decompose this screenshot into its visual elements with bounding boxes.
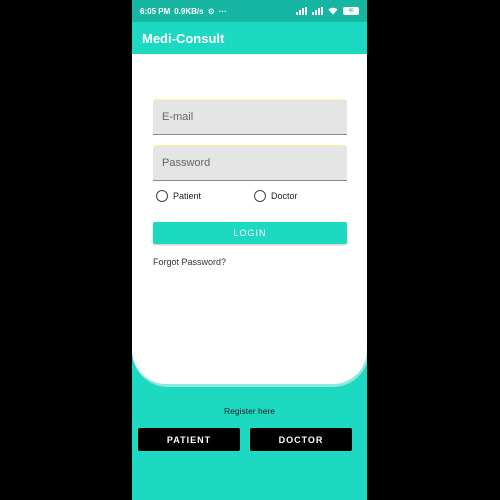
signal-icon-2: [312, 7, 323, 15]
login-card: Patient Doctor LOGIN Forgot Password?: [132, 54, 367, 384]
email-field[interactable]: [153, 99, 347, 135]
register-patient-button[interactable]: PATIENT: [138, 428, 240, 451]
phone-screen: 6:05 PM 0.9KB/s ⚙ ··· 46 Medi-Consult E-…: [132, 0, 367, 500]
login-button[interactable]: LOGIN: [153, 222, 347, 244]
app-bar: Medi-Consult: [132, 22, 367, 54]
radio-circle-doctor[interactable]: [254, 190, 266, 202]
signal-icon: [296, 7, 307, 15]
status-left: 6:05 PM 0.9KB/s ⚙ ···: [140, 7, 227, 16]
radio-patient-label: Patient: [173, 191, 202, 201]
app-title: Medi-Consult: [142, 30, 225, 46]
status-right: 46: [296, 7, 359, 15]
radio-circle-patient[interactable]: [156, 190, 168, 202]
wifi-icon: [328, 7, 338, 15]
register-doctor-button[interactable]: DOCTOR: [250, 428, 352, 451]
status-dots: ···: [218, 6, 227, 16]
radio-doctor[interactable]: Doctor: [254, 188, 352, 204]
settings-icon: ⚙: [207, 6, 215, 16]
status-bar: 6:05 PM 0.9KB/s ⚙ ··· 46: [132, 0, 367, 22]
forgot-password-link[interactable]: Forgot Password?: [153, 257, 226, 267]
password-field[interactable]: [153, 145, 347, 181]
status-speed: 0.9KB/s: [174, 6, 204, 16]
password-input[interactable]: [162, 146, 347, 180]
email-input[interactable]: [162, 100, 347, 134]
role-radio-group: Patient Doctor: [156, 188, 356, 204]
radio-patient[interactable]: Patient: [156, 188, 254, 204]
battery-icon: 46: [343, 7, 359, 15]
status-time: 6:05 PM: [140, 6, 171, 16]
radio-doctor-label: Doctor: [271, 191, 298, 201]
register-label: Register here: [223, 406, 276, 416]
